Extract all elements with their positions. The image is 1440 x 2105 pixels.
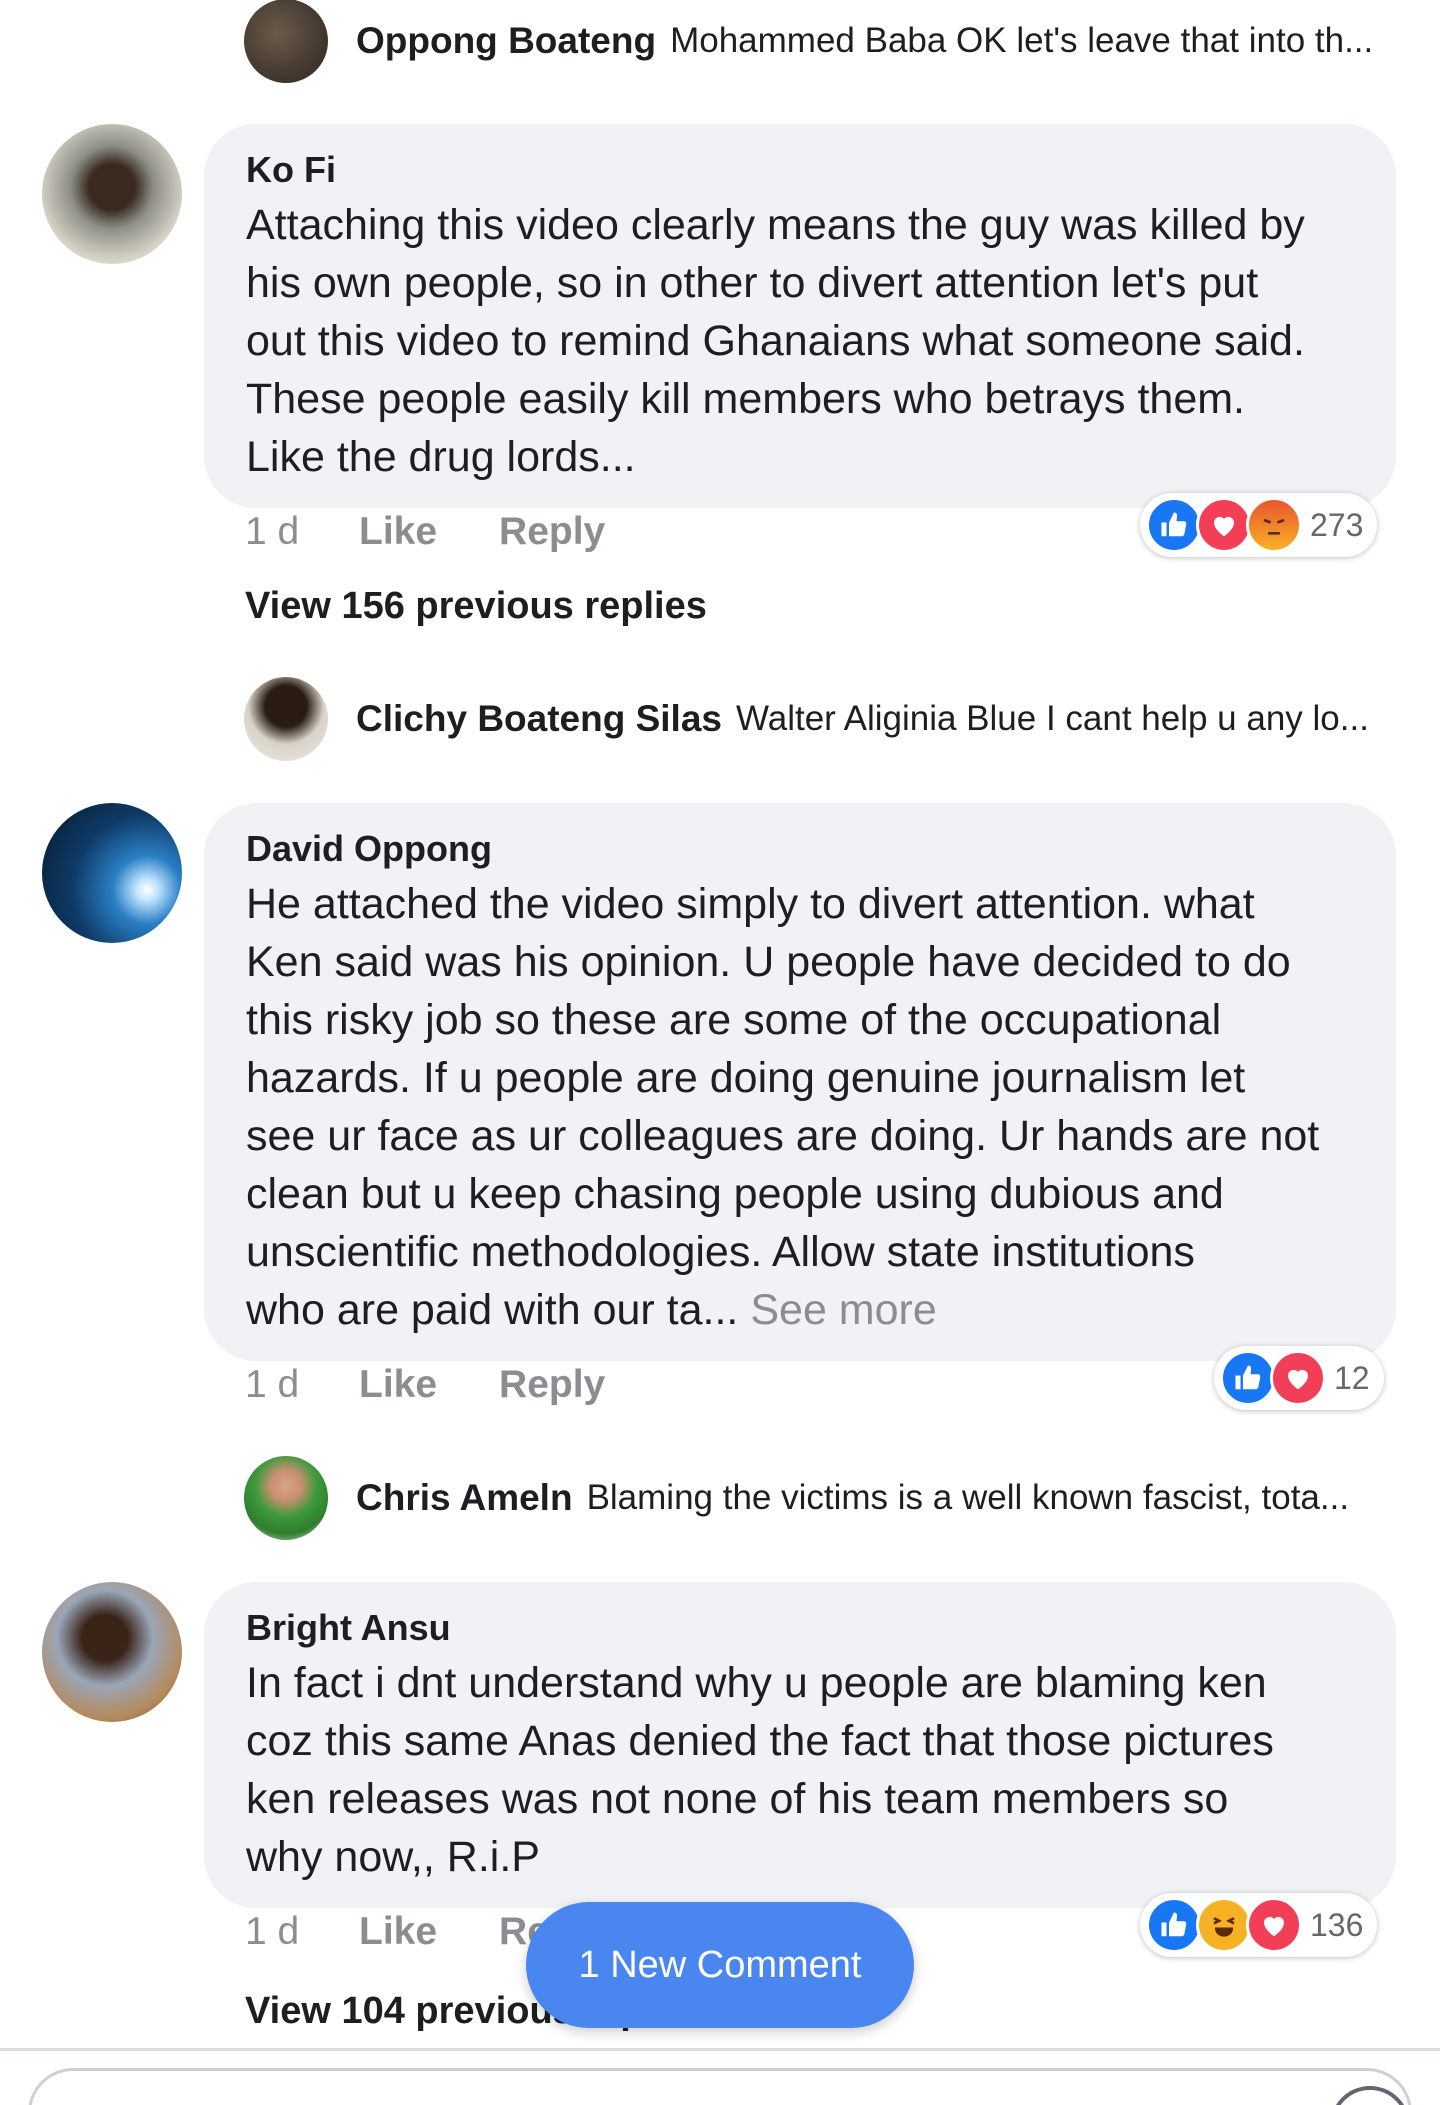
haha-icon	[1196, 1897, 1252, 1953]
comment-line: see ur face as ur colleagues are doing. …	[246, 1112, 1320, 1160]
reactions-summary[interactable]: 273	[1140, 493, 1378, 557]
comment-text: Attaching this video clearly means the g…	[246, 196, 1354, 486]
reply-author-name[interactable]: Chris Ameln	[356, 1477, 573, 1519]
divider	[0, 2048, 1440, 2051]
avatar[interactable]	[42, 124, 182, 264]
reaction-count: 136	[1310, 1906, 1364, 1943]
comment-line: ken releases was not none of his team me…	[246, 1775, 1229, 1823]
timestamp[interactable]: 1 d	[245, 510, 359, 554]
comment-line: who are paid with our ta... See more	[246, 1281, 1354, 1339]
avatar[interactable]	[42, 1582, 182, 1722]
love-icon	[1270, 1350, 1326, 1406]
reply-button[interactable]: Reply	[499, 510, 605, 554]
reply-preview[interactable]: Chris Ameln Blaming the victims is a wel…	[244, 1455, 1394, 1541]
comment-text: In fact i dnt understand why u people ar…	[246, 1654, 1354, 1886]
comment-bubble[interactable]: Bright Ansu In fact i dnt understand why…	[204, 1582, 1396, 1908]
reaction-count: 12	[1334, 1359, 1370, 1396]
reply-preview[interactable]: Oppong Boateng Mohammed Baba OK let's le…	[244, 0, 1394, 84]
love-icon	[1196, 497, 1252, 553]
comment-line: why now,, R.i.P	[246, 1833, 540, 1881]
reaction-count: 273	[1310, 506, 1364, 543]
comment-bubble[interactable]: David Oppong He attached the video simpl…	[204, 803, 1396, 1361]
comment-actions: 1 d Like Reply	[245, 510, 667, 554]
comment-author[interactable]: Ko Fi	[246, 148, 1354, 192]
reactions-summary[interactable]: 136	[1140, 1893, 1378, 1957]
avatar[interactable]	[244, 1456, 328, 1540]
reply-preview[interactable]: Clichy Boateng Silas Walter Aliginia Blu…	[244, 676, 1394, 762]
reply-text: Walter Aliginia Blue I cant help u any l…	[736, 699, 1369, 738]
like-icon	[1146, 1897, 1202, 1953]
reply-button[interactable]: Reply	[499, 1363, 605, 1407]
comment-line: These people easily kill members who bet…	[246, 375, 1245, 423]
like-icon	[1146, 497, 1202, 553]
like-button[interactable]: Like	[359, 1910, 437, 1954]
comment-line-text: who are paid with our ta...	[246, 1286, 739, 1334]
avatar[interactable]	[244, 677, 328, 761]
angry-icon	[1246, 497, 1302, 553]
comment-line: his own people, so in other to divert at…	[246, 259, 1259, 307]
comment-text: He attached the video simply to divert a…	[246, 875, 1354, 1339]
comment-input[interactable]	[28, 2068, 1412, 2105]
like-icon	[1220, 1350, 1276, 1406]
comment-line: coz this same Anas denied the fact that …	[246, 1717, 1274, 1765]
comment-line: hazards. If u people are doing genuine j…	[246, 1054, 1246, 1102]
reply-author-name[interactable]: Oppong Boateng	[356, 20, 656, 62]
comment-author[interactable]: Bright Ansu	[246, 1606, 1354, 1650]
comment-bubble[interactable]: Ko Fi Attaching this video clearly means…	[204, 124, 1396, 508]
view-previous-replies-link[interactable]: View 156 previous replies	[245, 585, 707, 628]
avatar[interactable]	[244, 0, 328, 83]
comment-line: Attaching this video clearly means the g…	[246, 201, 1305, 249]
comment-line: Ken said was his opinion. U people have …	[246, 938, 1291, 986]
reply-text: Blaming the victims is a well known fasc…	[586, 1478, 1350, 1517]
comment-line: In fact i dnt understand why u people ar…	[246, 1659, 1267, 1707]
avatar[interactable]	[42, 803, 182, 943]
like-button[interactable]: Like	[359, 1363, 437, 1407]
comment-line: Like the drug lords...	[246, 433, 636, 481]
comment-line: clean but u keep chasing people using du…	[246, 1170, 1224, 1218]
comment-line: out this video to remind Ghanaians what …	[246, 317, 1305, 365]
love-icon	[1246, 1897, 1302, 1953]
reactions-summary[interactable]: 12	[1214, 1346, 1384, 1410]
timestamp[interactable]: 1 d	[245, 1363, 359, 1407]
comment-line: unscientific methodologies. Allow state …	[246, 1228, 1195, 1276]
comment-author[interactable]: David Oppong	[246, 827, 1354, 871]
reply-text: Mohammed Baba OK let's leave that into t…	[670, 21, 1374, 60]
see-more-link[interactable]: See more	[750, 1286, 936, 1334]
like-button[interactable]: Like	[359, 510, 437, 554]
comment-actions: 1 d Like Reply	[245, 1363, 667, 1407]
new-comment-button[interactable]: 1 New Comment	[526, 1902, 914, 2028]
comment-line: He attached the video simply to divert a…	[246, 880, 1255, 928]
timestamp[interactable]: 1 d	[245, 1910, 359, 1954]
reply-author-name[interactable]: Clichy Boateng Silas	[356, 698, 722, 740]
comment-line: this risky job so these are some of the …	[246, 996, 1222, 1044]
